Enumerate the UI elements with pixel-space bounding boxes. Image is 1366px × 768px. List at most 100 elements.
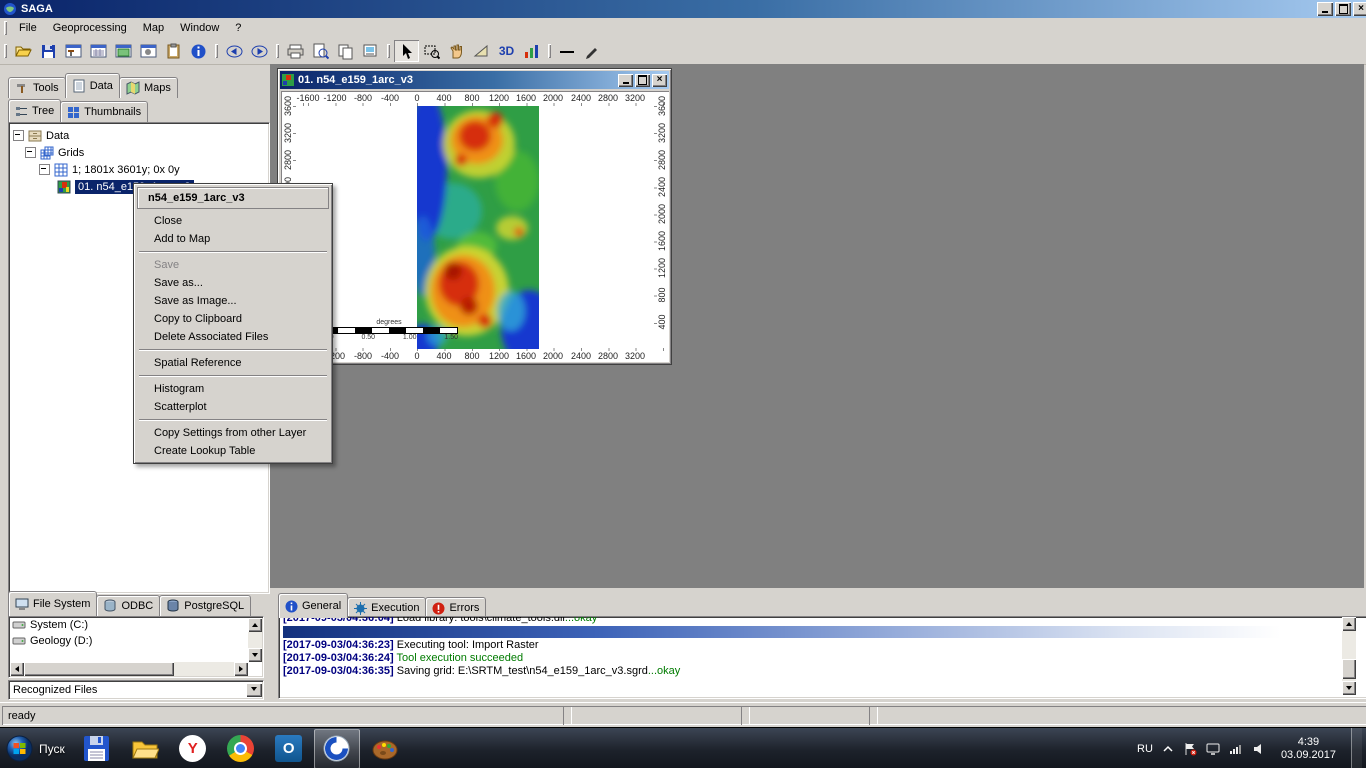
scroll-down-button[interactable] xyxy=(248,648,262,662)
menu-geoprocessing[interactable]: Geoprocessing xyxy=(45,19,135,37)
menu-item-spatial-reference[interactable]: Spatial Reference xyxy=(137,354,329,372)
view-chart-button[interactable] xyxy=(519,40,544,62)
scrollbar-thumb[interactable] xyxy=(1342,659,1356,679)
menu-item-save-as[interactable]: Save as... xyxy=(137,274,329,292)
taskbar-item-chrome[interactable] xyxy=(218,729,264,768)
scrollbar-thumb[interactable] xyxy=(24,662,174,676)
map-window[interactable]: 01. n54_e159_1arc_v3 × -1600 -1200 -800 … xyxy=(277,68,672,365)
nav-back-button[interactable] xyxy=(222,40,247,62)
map-window-titlebar[interactable]: 01. n54_e159_1arc_v3 × xyxy=(280,71,669,89)
measure-line-button[interactable] xyxy=(555,40,580,62)
toolbar-gripper[interactable] xyxy=(276,44,279,58)
display-icon[interactable] xyxy=(1206,742,1220,756)
drive-list[interactable]: System (C:) Geology (D:) xyxy=(8,616,264,678)
tab-errors[interactable]: Errors xyxy=(425,597,486,618)
network-icon[interactable] xyxy=(1229,742,1243,756)
toolbar-gripper[interactable] xyxy=(4,44,7,58)
taskbar-item-paint[interactable] xyxy=(362,729,408,768)
tab-file-system[interactable]: File System xyxy=(8,591,97,616)
draw-button[interactable] xyxy=(580,40,605,62)
menu-item-add-to-map[interactable]: Add to Map xyxy=(137,230,329,248)
toolbar-gripper[interactable] xyxy=(548,44,551,58)
taskbar-item-yandex[interactable] xyxy=(170,729,216,768)
menu-item-create-lookup-table[interactable]: Create Lookup Table xyxy=(137,442,329,460)
action-center-flag-icon[interactable] xyxy=(1183,742,1197,756)
measure-area-button[interactable] xyxy=(469,40,494,62)
toolbar-gripper[interactable] xyxy=(387,44,390,58)
tab-general[interactable]: General xyxy=(278,593,348,618)
drive-item[interactable]: System (C:) xyxy=(9,617,263,633)
copy-image-button[interactable] xyxy=(358,40,383,62)
menu-map[interactable]: Map xyxy=(135,19,172,37)
map-close-button[interactable]: × xyxy=(652,74,667,87)
taskbar-item-explorer[interactable] xyxy=(122,729,168,768)
taskbar-item-outlook[interactable] xyxy=(266,729,312,768)
minimize-button[interactable] xyxy=(1317,2,1333,16)
open-button[interactable] xyxy=(11,40,36,62)
menu-item-close[interactable]: Close xyxy=(137,212,329,230)
menu-help[interactable]: ? xyxy=(227,19,249,37)
app-titlebar[interactable]: SAGA × xyxy=(0,0,1366,18)
tree-item-data[interactable]: Data xyxy=(13,127,267,144)
info-button[interactable] xyxy=(186,40,211,62)
scroll-down-button[interactable] xyxy=(1342,681,1356,695)
combo-dropdown-icon[interactable] xyxy=(246,683,262,697)
zoom-tool-button[interactable] xyxy=(419,40,444,62)
restore-button[interactable] xyxy=(1335,2,1351,16)
print-preview-button[interactable] xyxy=(308,40,333,62)
print-button[interactable] xyxy=(283,40,308,62)
log-output[interactable]: [2017-09-03/04:36:04] Load library: tool… xyxy=(278,616,1366,699)
tab-maps[interactable]: Maps xyxy=(119,77,178,98)
clipboard-button[interactable] xyxy=(161,40,186,62)
close-button[interactable]: × xyxy=(1353,2,1366,16)
menu-item-histogram[interactable]: Histogram xyxy=(137,380,329,398)
taskbar-item-save-app[interactable] xyxy=(74,729,120,768)
workspace-maps-button[interactable] xyxy=(111,40,136,62)
tree-item-grids[interactable]: Grids xyxy=(25,144,267,161)
toolbar-gripper[interactable] xyxy=(215,44,218,58)
menubar-gripper[interactable] xyxy=(4,21,7,35)
scroll-up-button[interactable] xyxy=(248,618,262,632)
drive-item[interactable]: Geology (D:) xyxy=(9,633,263,649)
tab-execution[interactable]: Execution xyxy=(347,597,426,618)
volume-icon[interactable] xyxy=(1252,742,1266,756)
tree-item-grid-system[interactable]: 1; 1801x 3601y; 0x 0y xyxy=(39,161,267,178)
scroll-up-button[interactable] xyxy=(1342,617,1356,631)
tab-tree[interactable]: Tree xyxy=(8,99,61,122)
expander-icon[interactable] xyxy=(25,147,36,158)
tab-data[interactable]: Data xyxy=(65,73,120,98)
pointer-tool-button[interactable] xyxy=(394,40,419,62)
tray-expand-icon[interactable] xyxy=(1162,743,1174,755)
menu-window[interactable]: Window xyxy=(172,19,227,37)
menu-item-copy-settings[interactable]: Copy Settings from other Layer xyxy=(137,424,329,442)
map-minimize-button[interactable] xyxy=(618,74,633,87)
start-button[interactable]: Пуск xyxy=(0,728,73,768)
map-maximize-button[interactable] xyxy=(635,74,650,87)
clock[interactable]: 4:39 03.09.2017 xyxy=(1275,736,1342,762)
scroll-right-button[interactable] xyxy=(234,662,248,676)
menu-item-save-as-image[interactable]: Save as Image... xyxy=(137,292,329,310)
tab-postgresql[interactable]: PostgreSQL xyxy=(159,595,251,616)
save-button[interactable] xyxy=(36,40,61,62)
properties-button[interactable] xyxy=(136,40,161,62)
workspace-data-button[interactable] xyxy=(86,40,111,62)
tab-odbc[interactable]: ODBC xyxy=(96,595,160,616)
workspace-tools-button[interactable] xyxy=(61,40,86,62)
log-vscrollbar[interactable] xyxy=(1342,617,1356,695)
menu-item-copy-to-clipboard[interactable]: Copy to Clipboard xyxy=(137,310,329,328)
tab-tools[interactable]: Tools xyxy=(8,77,66,98)
menu-file[interactable]: File xyxy=(11,19,45,37)
show-desktop-button[interactable] xyxy=(1351,728,1362,768)
drive-list-vscrollbar[interactable] xyxy=(248,618,262,662)
file-filter-select[interactable]: Recognized Files xyxy=(8,680,264,700)
tab-thumbnails[interactable]: Thumbnails xyxy=(60,101,148,122)
menu-item-delete-associated-files[interactable]: Delete Associated Files xyxy=(137,328,329,346)
nav-forward-button[interactable] xyxy=(247,40,272,62)
expander-icon[interactable] xyxy=(13,130,24,141)
scroll-left-button[interactable] xyxy=(10,662,24,676)
menu-item-scatterplot[interactable]: Scatterplot xyxy=(137,398,329,416)
drive-list-hscrollbar[interactable] xyxy=(10,662,248,676)
view-3d-button[interactable]: 3D xyxy=(494,40,519,62)
language-indicator[interactable]: RU xyxy=(1137,743,1153,755)
pan-tool-button[interactable] xyxy=(444,40,469,62)
